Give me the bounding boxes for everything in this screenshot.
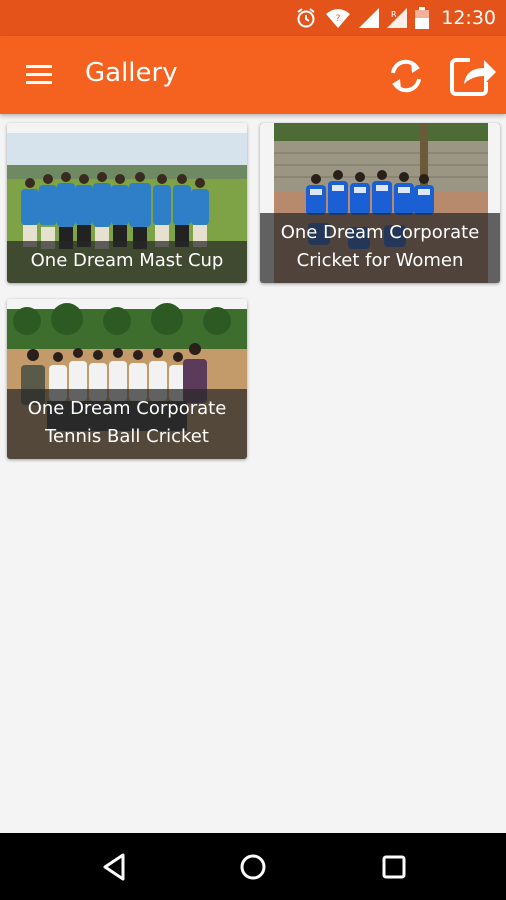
status-bar: ? R 12:30 [0, 0, 506, 36]
share-icon [450, 58, 496, 96]
app-bar: Gallery [0, 36, 506, 114]
gallery-item-mast-cup[interactable]: One Dream Mast Cup [7, 123, 247, 283]
system-navigation-bar [0, 833, 506, 900]
gallery-item-tennis-ball-cricket[interactable]: One Dream Corporate Tennis Ball Cricket [7, 299, 247, 459]
alarm-icon [295, 7, 317, 29]
page-title: Gallery [85, 58, 178, 88]
signal-roaming-icon: R [387, 8, 408, 28]
refresh-icon [391, 59, 421, 93]
signal-icon [359, 8, 380, 28]
back-icon [103, 853, 125, 881]
share-button[interactable] [448, 52, 498, 98]
svg-text:R: R [391, 10, 397, 19]
gallery-item-caption: One Dream Corporate Tennis Ball Cricket [7, 389, 247, 459]
status-time: 12:30 [441, 7, 496, 29]
battery-charging-icon [415, 7, 430, 29]
recents-button[interactable] [377, 850, 411, 884]
svg-text:?: ? [336, 14, 341, 24]
gallery-item-caption: One Dream Corporate Cricket for Women [260, 213, 500, 283]
gallery-item-women-cricket[interactable]: One Dream Corporate Cricket for Women [260, 123, 500, 283]
wifi-icon: ? [325, 7, 351, 29]
menu-icon [26, 65, 52, 84]
home-button[interactable] [236, 850, 270, 884]
recents-icon [382, 855, 406, 879]
gallery-item-caption: One Dream Mast Cup [7, 241, 247, 283]
back-button[interactable] [98, 850, 132, 884]
home-icon [240, 854, 266, 880]
menu-button[interactable] [22, 62, 58, 88]
gallery-grid: One Dream Mast Cup One Dream Corporate C… [0, 114, 506, 833]
refresh-button[interactable] [385, 56, 427, 96]
